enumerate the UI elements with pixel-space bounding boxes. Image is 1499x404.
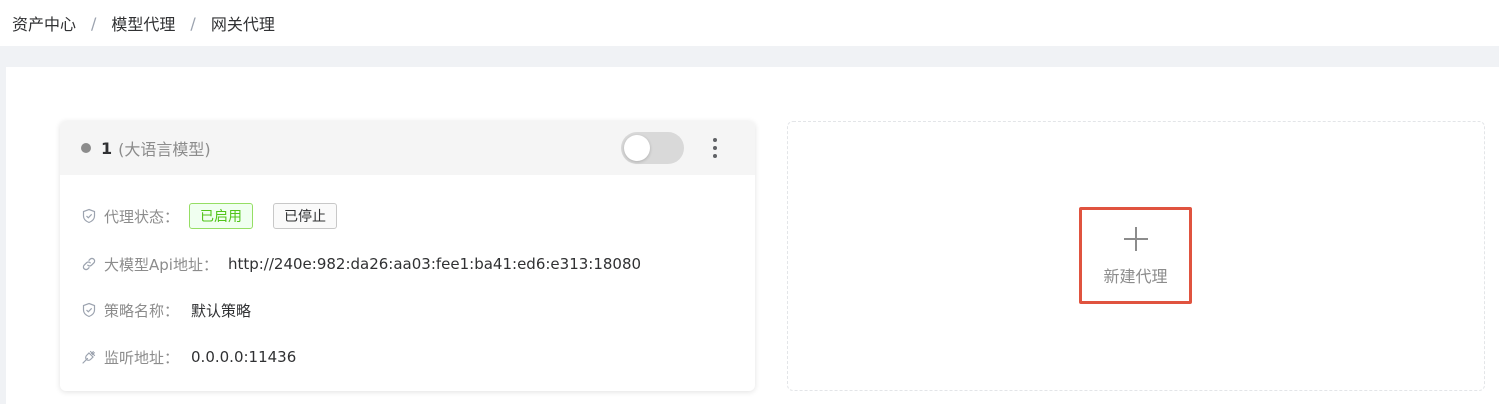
new-proxy-button[interactable]: 新建代理: [1079, 207, 1192, 304]
plug-icon: [81, 349, 97, 365]
listen-address-row: 监听地址： 0.0.0.0:11436: [81, 343, 296, 371]
breadcrumb-separator: /: [91, 13, 97, 33]
policy-name-label: 策略名称：: [104, 301, 180, 320]
breadcrumb: 资产中心 / 模型代理 / 网关代理: [0, 0, 1499, 46]
breadcrumb-item-gateway-proxy: 网关代理: [210, 15, 275, 34]
plus-icon: [1123, 226, 1148, 251]
proxy-status-label: 代理状态：: [104, 207, 180, 226]
proxy-card-header: 1 (大语言模型): [60, 121, 755, 175]
api-address-label: 大模型Api地址：: [104, 255, 218, 274]
breadcrumb-separator: /: [190, 13, 196, 33]
more-vertical-icon[interactable]: [705, 134, 725, 162]
status-badge-stopped[interactable]: 已停止: [273, 203, 338, 229]
listen-address-value: 0.0.0.0:11436: [191, 348, 297, 366]
shield-check-icon: [81, 302, 97, 318]
toggle-knob: [624, 135, 650, 161]
policy-name-value: 默认策略: [191, 301, 252, 320]
proxy-card: 1 (大语言模型) 代理状态： 已启用 已停止 大模型Api地址： http:/…: [60, 121, 755, 391]
proxy-enable-toggle[interactable]: [621, 132, 684, 164]
status-dot: [81, 143, 91, 153]
new-proxy-label: 新建代理: [1103, 266, 1168, 286]
proxy-card-type: (大语言模型): [118, 140, 211, 159]
api-address-value: http://240e:982:da26:aa03:fee1:ba41:ed6:…: [227, 255, 642, 273]
breadcrumb-item-asset-center[interactable]: 资产中心: [12, 11, 76, 35]
link-icon: [81, 256, 97, 272]
proxy-status-row: 代理状态： 已启用 已停止: [81, 202, 338, 230]
breadcrumb-item-model-proxy[interactable]: 模型代理: [111, 11, 175, 35]
api-address-row: 大模型Api地址： http://240e:982:da26:aa03:fee1…: [81, 250, 641, 278]
policy-name-row: 策略名称： 默认策略: [81, 296, 251, 324]
listen-address-label: 监听地址：: [104, 348, 180, 367]
proxy-card-number: 1: [101, 138, 113, 158]
shield-check-icon: [81, 208, 97, 224]
status-badge-enabled: 已启用: [189, 203, 254, 229]
